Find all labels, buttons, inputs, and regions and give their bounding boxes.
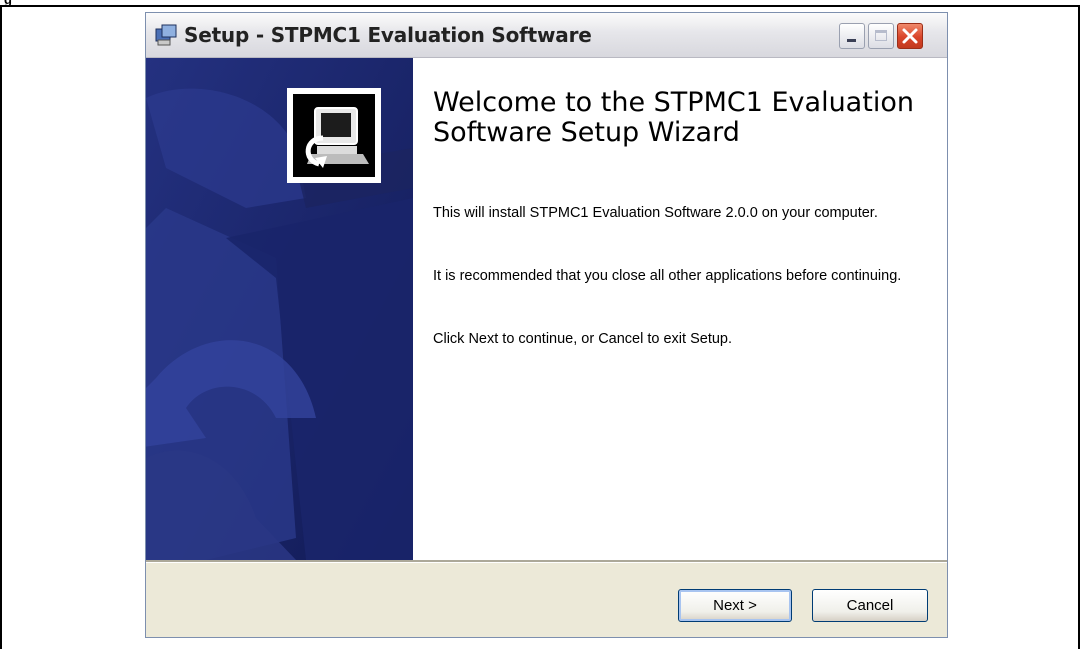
close-icon [902,28,918,44]
frame-left-border [0,5,2,649]
footer-divider [146,560,947,563]
cancel-button[interactable]: Cancel [812,589,928,622]
title-bar[interactable]: Setup - STPMC1 Evaluation Software [146,13,947,58]
setup-installer-icon [155,24,177,46]
close-button[interactable] [897,23,923,49]
install-description: This will install STPMC1 Evaluation Soft… [433,205,878,221]
wizard-content: Welcome to the STPMC1 Evaluation Softwar… [413,58,947,560]
frame-top-border [0,5,1080,7]
computer-install-icon [287,88,381,183]
setup-wizard-window: Setup - STPMC1 Evaluation Software Welco… [145,12,948,638]
wizard-side-banner [146,58,413,560]
window-title: Setup - STPMC1 Evaluation Software [184,23,592,47]
next-button[interactable]: Next > [678,589,792,622]
wizard-body: Welcome to the STPMC1 Evaluation Softwar… [146,58,947,560]
continue-instruction: Click Next to continue, or Cancel to exi… [433,331,733,347]
wizard-heading: Welcome to the STPMC1 Evaluation Softwar… [433,87,914,148]
close-apps-recommendation: It is recommended that you close all oth… [433,268,902,284]
maximize-button[interactable] [868,23,894,49]
minimize-button[interactable] [839,23,865,49]
